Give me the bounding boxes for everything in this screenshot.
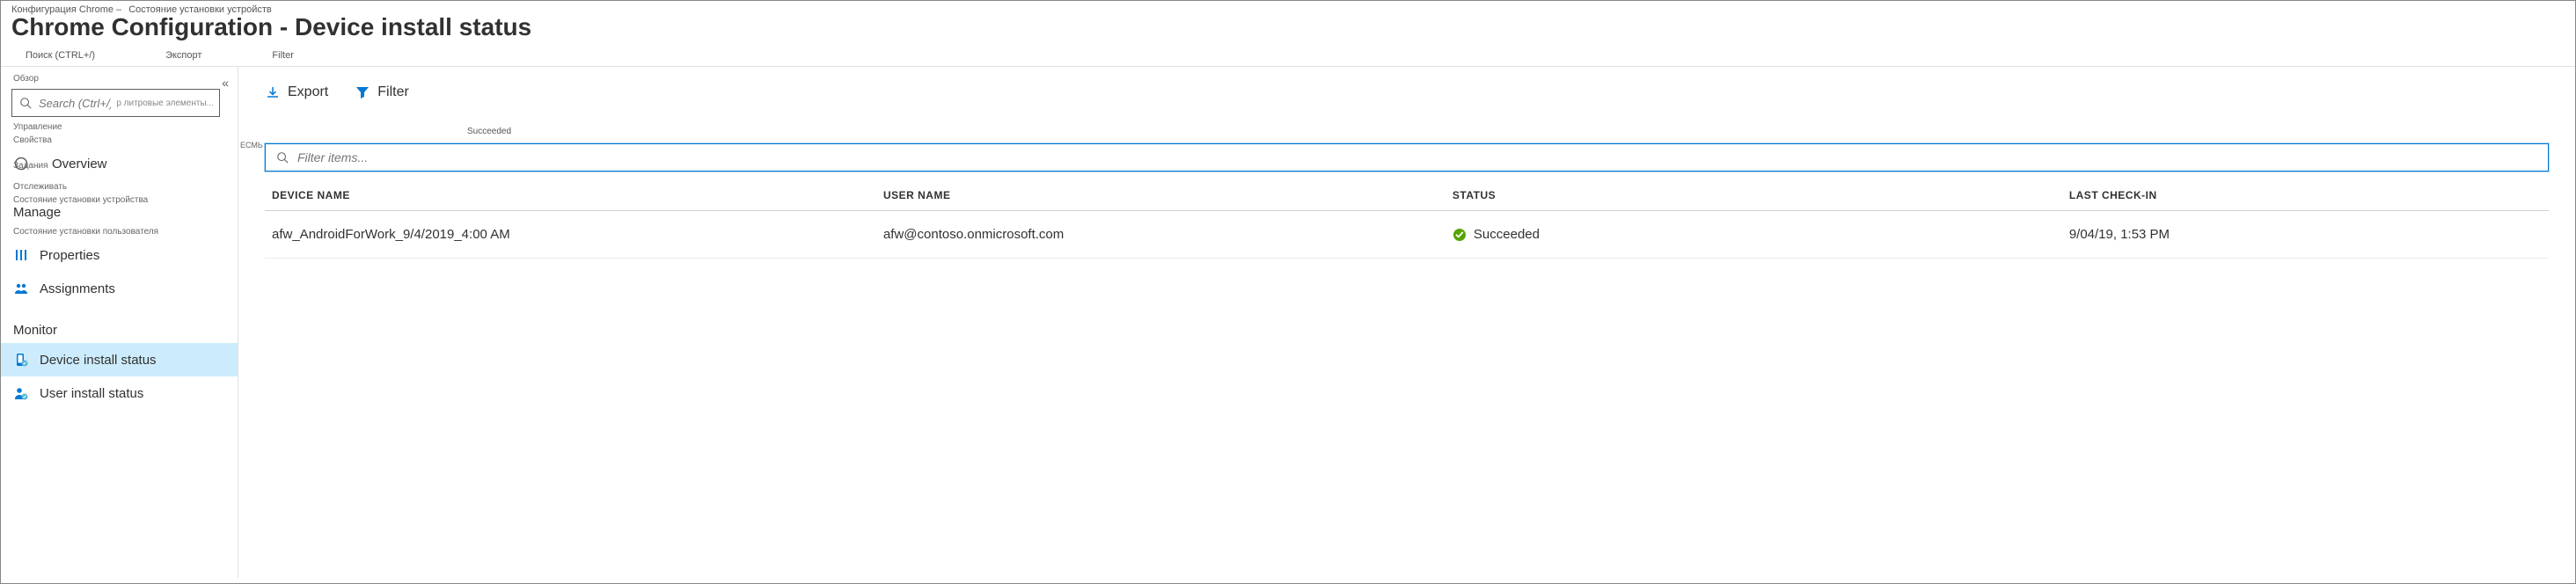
status-table: DEVICE NAME USER NAME STATUS LAST CHECK-… <box>265 189 2549 259</box>
sidebar-label-properties: Properties <box>40 248 99 263</box>
col-user-name[interactable]: USER NAME <box>859 189 1453 201</box>
sidebar-search-box[interactable]: р литровые элементы... <box>11 89 220 117</box>
success-check-icon <box>1453 228 1467 242</box>
sidebar-item-assignments[interactable]: Assignments <box>1 272 238 305</box>
tiny-label-zadaniya: Задания <box>13 161 48 171</box>
properties-icon <box>13 247 29 263</box>
tiny-label-obzor: Обзор <box>1 72 238 85</box>
cell-status-text: Succeeded <box>1474 227 1540 242</box>
export-label: Export <box>288 84 328 100</box>
subtitle-filter: Filter <box>272 50 293 61</box>
ecmb-text: ЕСМЬ <box>240 141 263 150</box>
toolbar: Export Filter <box>265 84 2549 127</box>
filter-button[interactable]: Filter <box>355 84 409 100</box>
sidebar-item-properties[interactable]: Properties <box>1 238 238 272</box>
sidebar-label-device-install-status: Device install status <box>40 353 157 368</box>
main-content: ЕСМЬ Export Filter Succeeded <box>238 67 2575 578</box>
subtitle-export: Экспорт <box>165 50 201 61</box>
cell-device-name: afw_AndroidForWork_9/4/2019_4:00 AM <box>265 227 859 242</box>
filter-items-input[interactable] <box>297 150 2539 164</box>
subtitle-search: Поиск (CTRL+/) <box>26 50 95 61</box>
cell-status: Succeeded <box>1453 227 2069 242</box>
table-header: DEVICE NAME USER NAME STATUS LAST CHECK-… <box>265 189 2549 211</box>
succeeded-mini: Succeeded <box>265 127 2549 136</box>
sidebar-search-input[interactable] <box>39 97 111 110</box>
tiny-label-sostoyanie-polzovatelya: Состояние установки пользователя <box>1 225 238 238</box>
sidebar-label-user-install-status: User install status <box>40 386 143 401</box>
page-title: Chrome Configuration - Device install st… <box>1 13 2575 48</box>
cell-last-check-in: 9/04/19, 1:53 PM <box>2069 227 2549 242</box>
col-last-check-in[interactable]: LAST CHECK-IN <box>2069 189 2549 201</box>
sidebar-item-user-install-status[interactable]: User install status <box>1 376 238 410</box>
collapse-sidebar-button[interactable]: « <box>218 72 232 93</box>
sidebar-item-device-install-status[interactable]: Device install status <box>1 343 238 376</box>
cell-user-name: afw@contoso.onmicrosoft.com <box>859 227 1453 242</box>
col-status[interactable]: STATUS <box>1453 189 2069 201</box>
subtitle-row: Поиск (CTRL+/) Экспорт Filter <box>1 48 2575 66</box>
filter-label: Filter <box>377 84 409 100</box>
sidebar-search-trailing: р литровые элементы... <box>116 99 214 108</box>
search-icon <box>274 150 290 165</box>
table-row[interactable]: afw_AndroidForWork_9/4/2019_4:00 AM afw@… <box>265 211 2549 259</box>
download-icon <box>265 84 281 100</box>
col-device-name[interactable]: DEVICE NAME <box>265 189 859 201</box>
search-icon <box>18 95 33 111</box>
filter-items-box[interactable] <box>265 143 2549 172</box>
assignments-icon <box>13 281 29 296</box>
device-icon <box>13 352 29 368</box>
filter-icon <box>355 84 370 100</box>
sidebar-label-assignments: Assignments <box>40 281 115 296</box>
sidebar: « Обзор р литровые элементы... Управлени… <box>1 67 238 578</box>
sidebar-section-monitor: Monitor <box>1 314 238 343</box>
export-button[interactable]: Export <box>265 84 328 100</box>
tiny-label-svoistva: Свойства <box>1 134 238 147</box>
sidebar-item-overview[interactable]: Задания Overview <box>1 147 238 180</box>
user-icon <box>13 385 29 401</box>
tiny-label-otslezhivat: Отслеживать <box>1 180 238 193</box>
tiny-label-upravlenie: Управление <box>1 120 238 134</box>
sidebar-label-overview: Overview <box>52 157 107 172</box>
